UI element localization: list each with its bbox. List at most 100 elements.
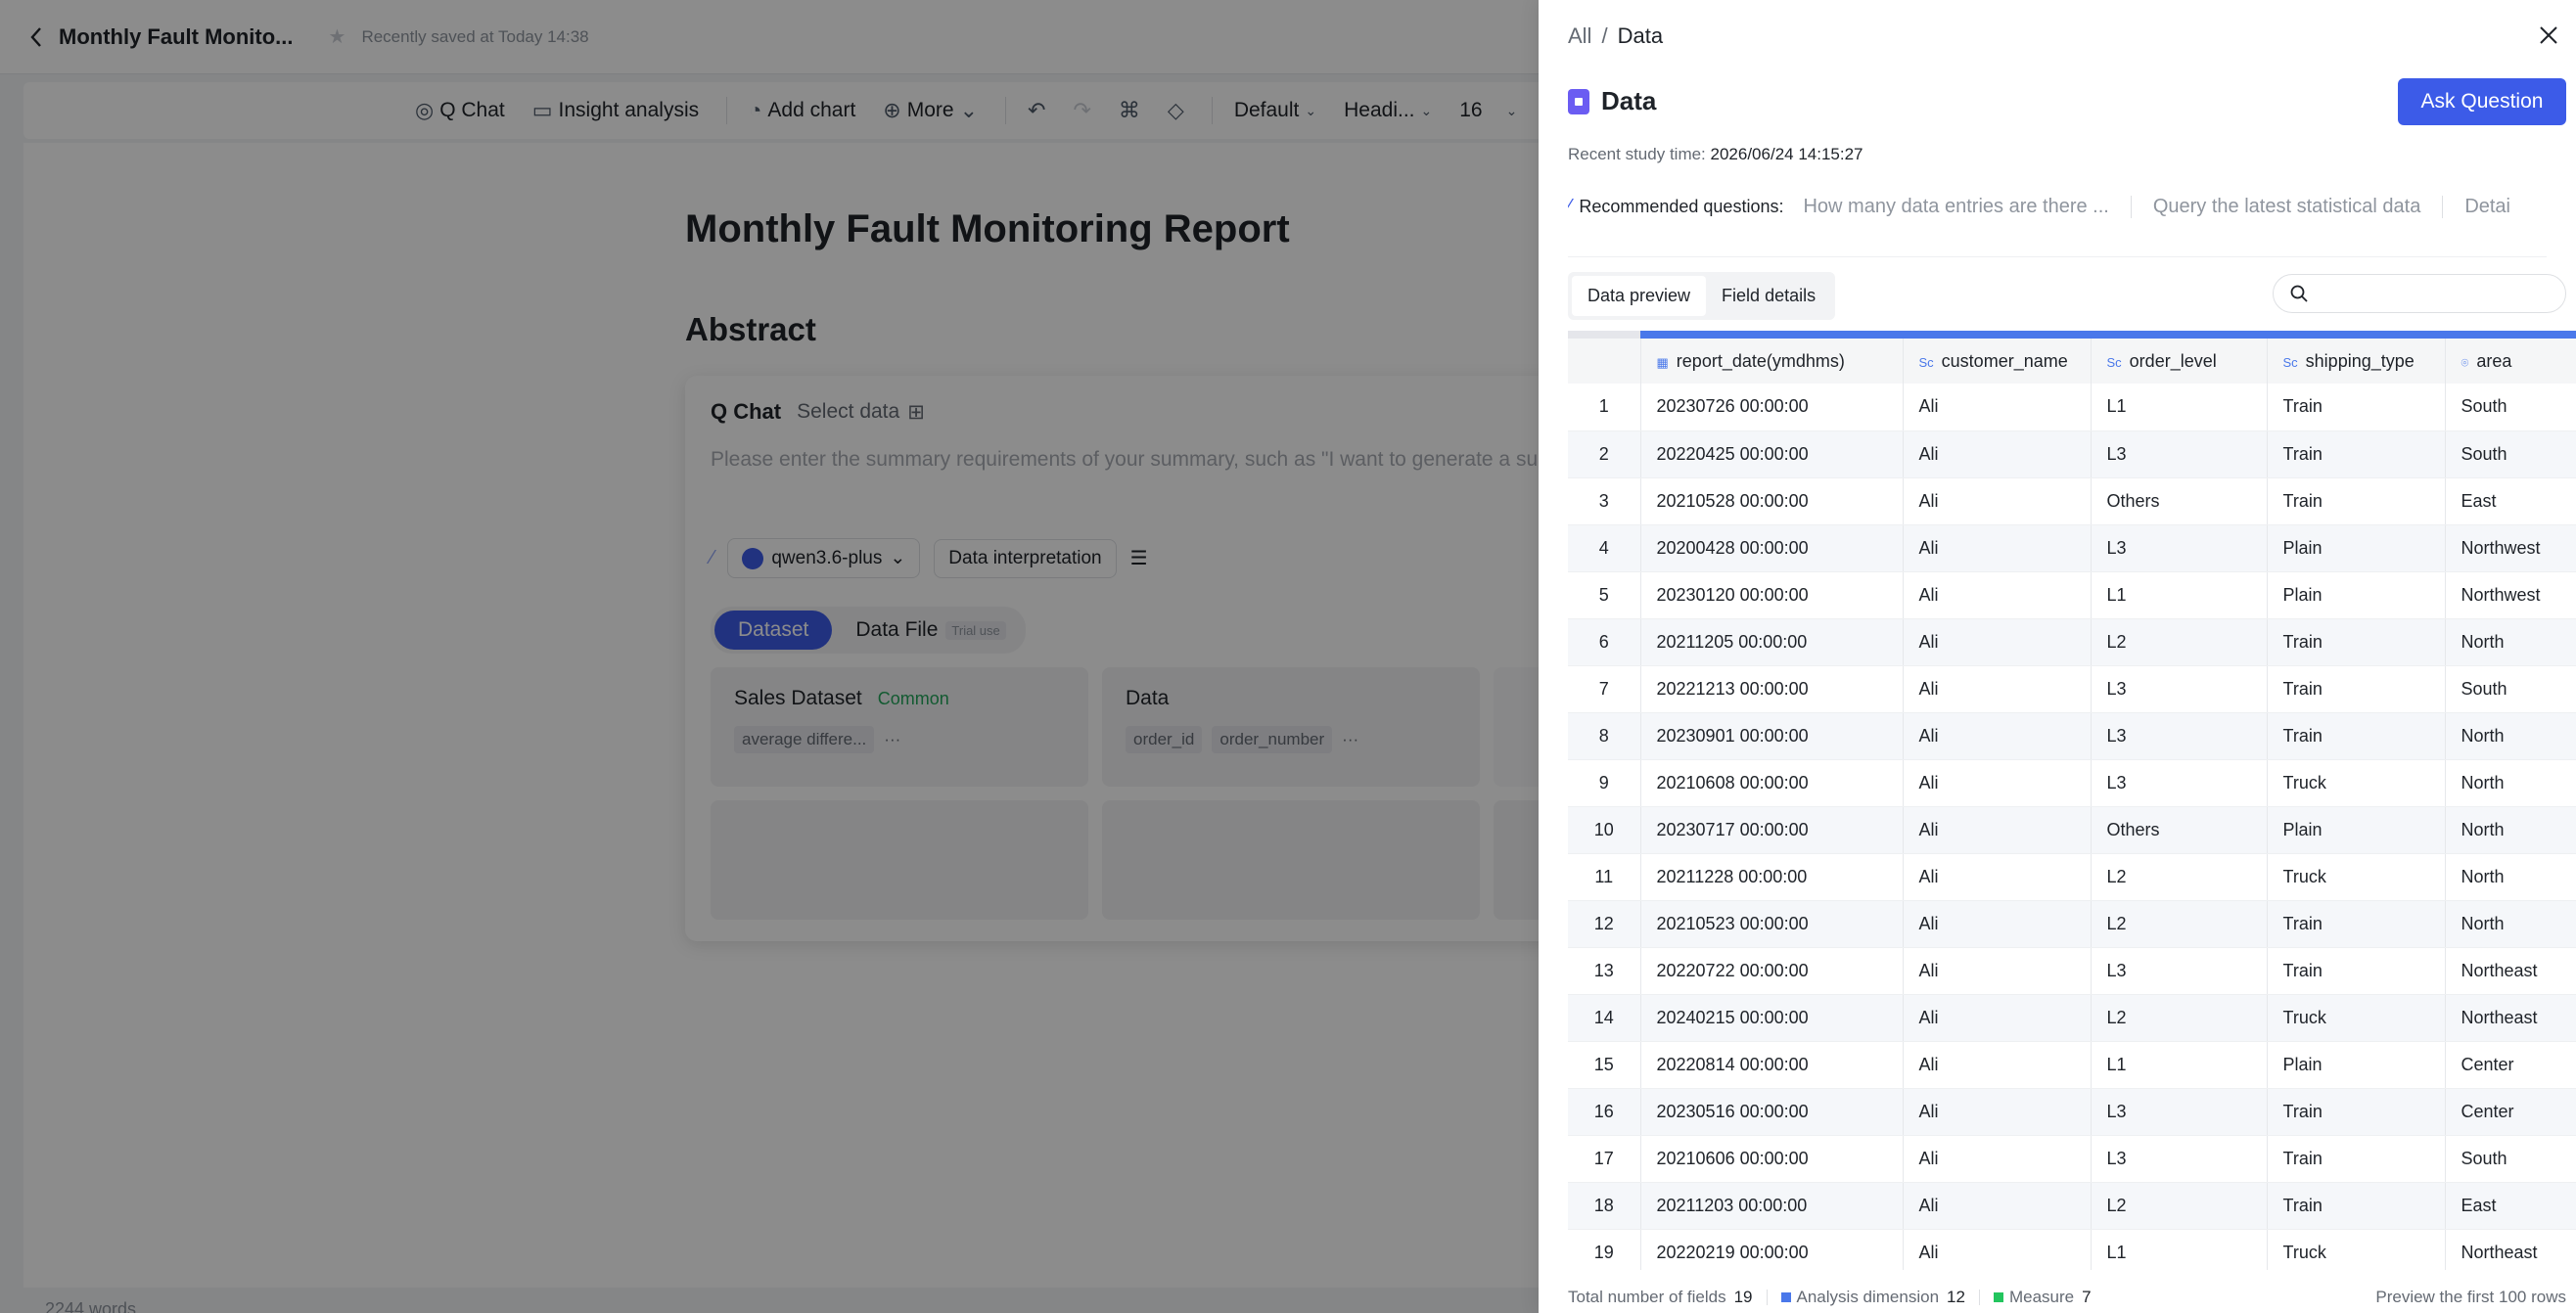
data-drawer: All / Data Data Ask Question Recent stud… bbox=[1539, 0, 2576, 1313]
table-row[interactable]: 10 20230717 00:00:00 Ali Others Plain North bbox=[1568, 806, 2576, 854]
total-fields-label: Total number of fields bbox=[1568, 1288, 1726, 1306]
study-time-label: Recent study time: bbox=[1568, 145, 1706, 163]
column-header[interactable]: ⌾ area bbox=[2445, 339, 2576, 384]
recommended-question[interactable]: How many data entries are there ... bbox=[1803, 196, 2132, 218]
data-table: ▦ report_date(ymdhms) Sc customer_name Sc o… bbox=[1568, 339, 2576, 1270]
table-cell: 20211228 00:00:00 bbox=[1640, 853, 1904, 901]
table-cell: Ali bbox=[1903, 618, 2092, 666]
column-header-index bbox=[1568, 339, 1641, 384]
table-cell: L3 bbox=[2091, 759, 2268, 807]
table-row[interactable]: 15 20220814 00:00:00 Ali L1 Plain Center bbox=[1568, 1041, 2576, 1089]
table-footer: Total number of fields 19 Analysis dimen… bbox=[1568, 1288, 2566, 1307]
drawer-header: Data bbox=[1568, 86, 1656, 116]
table-cell: Ali bbox=[1903, 900, 2092, 948]
column-header[interactable]: Sc customer_name bbox=[1903, 339, 2092, 384]
table-row[interactable]: 16 20230516 00:00:00 Ali L3 Train Center bbox=[1568, 1088, 2576, 1136]
table-cell: Ali bbox=[1903, 384, 2092, 431]
table-cell: Ali bbox=[1903, 665, 2092, 713]
table-row[interactable]: 9 20210608 00:00:00 Ali L3 Truck North bbox=[1568, 759, 2576, 807]
row-index: 9 bbox=[1568, 759, 1641, 807]
table-row[interactable]: 17 20210606 00:00:00 Ali L3 Train South bbox=[1568, 1135, 2576, 1183]
recommended-question[interactable]: Query the latest statistical data bbox=[2153, 196, 2444, 218]
table-cell: North bbox=[2445, 900, 2576, 948]
table-row[interactable]: 2 20220425 00:00:00 Ali L3 Train South bbox=[1568, 430, 2576, 478]
table-cell: L2 bbox=[2091, 618, 2268, 666]
preview-note: Preview the first 100 rows bbox=[2375, 1288, 2566, 1306]
table-cell: 20200428 00:00:00 bbox=[1640, 524, 1904, 572]
row-index: 8 bbox=[1568, 712, 1641, 760]
scrollbar-thumb[interactable] bbox=[1640, 331, 2576, 339]
table-cell: Ali bbox=[1903, 430, 2092, 478]
table-cell: 20220219 00:00:00 bbox=[1640, 1229, 1904, 1270]
search-input[interactable] bbox=[2273, 274, 2566, 313]
table-cell: Center bbox=[2445, 1088, 2576, 1136]
ask-question-button[interactable]: Ask Question bbox=[2398, 78, 2566, 125]
table-cell: 20210608 00:00:00 bbox=[1640, 759, 1904, 807]
table-cell: Truck bbox=[2267, 853, 2446, 901]
search-icon bbox=[2290, 285, 2308, 302]
table-cell: North bbox=[2445, 759, 2576, 807]
table-row[interactable]: 5 20230120 00:00:00 Ali L1 Plain Northwest bbox=[1568, 571, 2576, 619]
column-header[interactable]: Sc order_level bbox=[2091, 339, 2268, 384]
table-cell: Train bbox=[2267, 384, 2446, 431]
table-row[interactable]: 19 20220219 00:00:00 Ali L1 Truck Northeast bbox=[1568, 1229, 2576, 1270]
table-row[interactable]: 13 20220722 00:00:00 Ali L3 Train Northeast bbox=[1568, 947, 2576, 995]
text-type-icon: Sc bbox=[2106, 354, 2122, 370]
row-index: 14 bbox=[1568, 994, 1641, 1042]
column-header-label: customer_name bbox=[1941, 350, 2068, 371]
table-row[interactable]: 18 20211203 00:00:00 Ali L2 Train East bbox=[1568, 1182, 2576, 1230]
table-cell: Train bbox=[2267, 1135, 2446, 1183]
table-cell: L2 bbox=[2091, 853, 2268, 901]
table-cell: South bbox=[2445, 1135, 2576, 1183]
table-cell: L3 bbox=[2091, 947, 2268, 995]
table-row[interactable]: 7 20221213 00:00:00 Ali L3 Train South bbox=[1568, 665, 2576, 713]
measure-legend-icon bbox=[1993, 1292, 2003, 1302]
table-cell: Plain bbox=[2267, 571, 2446, 619]
table-cell: Northeast bbox=[2445, 1229, 2576, 1270]
table-row[interactable]: 12 20210523 00:00:00 Ali L2 Train North bbox=[1568, 900, 2576, 948]
table-cell: Plain bbox=[2267, 1041, 2446, 1089]
table-cell: Ali bbox=[1903, 712, 2092, 760]
table-cell: Train bbox=[2267, 430, 2446, 478]
table-cell: Train bbox=[2267, 1088, 2446, 1136]
table-cell: Plain bbox=[2267, 524, 2446, 572]
study-time-value: 2026/06/24 14:15:27 bbox=[1710, 145, 1863, 163]
breadcrumb-current: Data bbox=[1617, 23, 1664, 48]
table-row[interactable]: 11 20211228 00:00:00 Ali L2 Truck North bbox=[1568, 853, 2576, 901]
row-index: 3 bbox=[1568, 477, 1641, 525]
recommended-question[interactable]: Detai bbox=[2464, 196, 2532, 218]
row-index: 5 bbox=[1568, 571, 1641, 619]
table-cell: 20230901 00:00:00 bbox=[1640, 712, 1904, 760]
tab-field-details[interactable]: Field details bbox=[1706, 276, 1831, 316]
row-index: 18 bbox=[1568, 1182, 1641, 1230]
column-header[interactable]: Sc shipping_type bbox=[2267, 339, 2446, 384]
table-cell: 20210606 00:00:00 bbox=[1640, 1135, 1904, 1183]
table-cell: Train bbox=[2267, 712, 2446, 760]
table-cell: Ali bbox=[1903, 759, 2092, 807]
table-row[interactable]: 8 20230901 00:00:00 Ali L3 Train North bbox=[1568, 712, 2576, 760]
table-cell: 20230120 00:00:00 bbox=[1640, 571, 1904, 619]
dimension-legend-icon bbox=[1780, 1292, 1791, 1302]
breadcrumb-root[interactable]: All bbox=[1568, 23, 1591, 49]
table-row[interactable]: 1 20230726 00:00:00 Ali L1 Train South bbox=[1568, 384, 2576, 431]
table-cell: Ali bbox=[1903, 1182, 2092, 1230]
close-icon[interactable] bbox=[2537, 23, 2560, 47]
table-cell: 20210528 00:00:00 bbox=[1640, 477, 1904, 525]
table-cell: Train bbox=[2267, 1182, 2446, 1230]
table-cell: North bbox=[2445, 806, 2576, 854]
row-index: 15 bbox=[1568, 1041, 1641, 1089]
column-header[interactable]: ▦ report_date(ymdhms) bbox=[1640, 339, 1904, 384]
horizontal-scrollbar[interactable] bbox=[1568, 331, 2576, 339]
table-cell: Northwest bbox=[2445, 571, 2576, 619]
table-row[interactable]: 6 20211205 00:00:00 Ali L2 Train North bbox=[1568, 618, 2576, 666]
table-row[interactable]: 3 20210528 00:00:00 Ali Others Train East bbox=[1568, 477, 2576, 525]
breadcrumb: All / Data bbox=[1568, 23, 1663, 49]
table-body: 1 20230726 00:00:00 Ali L1 Train South 2 202204… bbox=[1568, 384, 2576, 1270]
table-row[interactable]: 4 20200428 00:00:00 Ali L3 Plain Northwest bbox=[1568, 524, 2576, 572]
sparkle-icon: ⁄ bbox=[1568, 196, 1572, 217]
table-row[interactable]: 14 20240215 00:00:00 Ali L2 Truck Northeast bbox=[1568, 994, 2576, 1042]
table-cell: Train bbox=[2267, 618, 2446, 666]
table-cell: East bbox=[2445, 1182, 2576, 1230]
table-cell: Ali bbox=[1903, 571, 2092, 619]
tab-data-preview[interactable]: Data preview bbox=[1572, 276, 1707, 316]
